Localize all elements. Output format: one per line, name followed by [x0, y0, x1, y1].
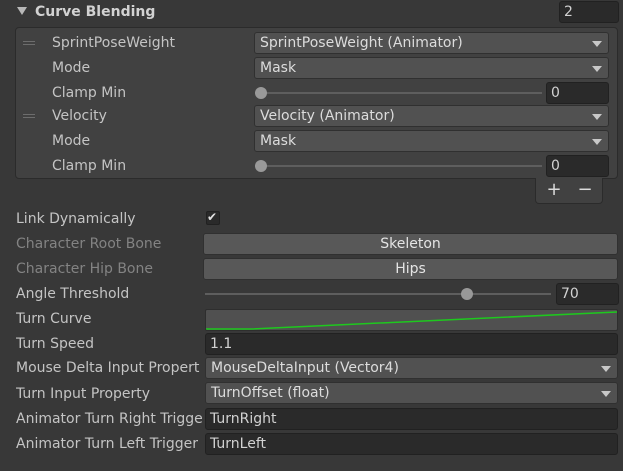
character-root-bone-button[interactable]: Skeleton — [203, 233, 618, 255]
character-root-bone-label: Character Root Bone — [16, 236, 162, 252]
item2-mode-label: Mode — [52, 133, 91, 149]
item1-clamp-min-slider-thumb[interactable] — [255, 87, 267, 99]
chevron-down-icon — [592, 139, 602, 145]
item2-parameter-label: Velocity — [52, 108, 107, 124]
chevron-down-icon — [592, 114, 602, 120]
character-hip-bone-label: Character Hip Bone — [16, 261, 153, 277]
chevron-down-icon — [601, 391, 611, 397]
list-footer: + − — [535, 178, 603, 204]
item2-clamp-min-slider-thumb[interactable] — [255, 160, 267, 172]
turn-speed-label: Turn Speed — [16, 336, 95, 352]
item1-clamp-min-field[interactable]: 0 — [546, 82, 609, 104]
turn-left-trigger-field[interactable]: TurnLeft — [205, 433, 618, 455]
character-hip-bone-button[interactable]: Hips — [203, 258, 618, 280]
item1-parameter-dropdown[interactable]: SprintPoseWeight (Animator) — [254, 32, 609, 54]
item1-clamp-min-label: Clamp Min — [52, 85, 127, 101]
angle-threshold-slider-track[interactable] — [205, 293, 551, 295]
turn-right-trigger-field[interactable]: TurnRight — [205, 408, 618, 430]
item2-clamp-min-field[interactable]: 0 — [546, 155, 609, 177]
mouse-delta-input-label: Mouse Delta Input Propert — [16, 360, 200, 376]
turn-curve-line — [206, 311, 617, 330]
item1-mode-value: Mask — [260, 60, 297, 76]
add-item-button[interactable]: + — [543, 179, 565, 201]
chevron-down-icon — [592, 41, 602, 47]
turn-curve-field[interactable] — [205, 309, 618, 331]
item1-mode-label: Mode — [52, 60, 91, 76]
chevron-down-icon — [592, 66, 602, 72]
angle-threshold-field[interactable]: 70 — [556, 283, 619, 305]
turn-input-property-label: Turn Input Property — [16, 386, 151, 402]
item2-clamp-min-label: Clamp Min — [52, 158, 127, 174]
item1-mode-dropdown[interactable]: Mask — [254, 57, 609, 79]
curve-blending-title[interactable]: Curve Blending — [35, 2, 155, 22]
item1-parameter-value: SprintPoseWeight (Animator) — [260, 35, 463, 51]
item1-clamp-min-slider-track[interactable] — [258, 92, 542, 94]
item2-clamp-min-slider-track[interactable] — [258, 165, 542, 167]
foldout-arrow-icon[interactable] — [17, 7, 27, 15]
curve-blending-count-field[interactable]: 2 — [559, 1, 619, 23]
drag-handle-icon[interactable] — [23, 40, 35, 46]
link-dynamically-checkbox[interactable]: ✔ — [206, 210, 220, 225]
turn-left-trigger-label: Animator Turn Left Trigger — [16, 436, 199, 452]
chevron-down-icon — [601, 366, 611, 372]
remove-item-button[interactable]: − — [574, 179, 596, 201]
drag-handle-icon[interactable] — [23, 113, 35, 119]
turn-speed-field[interactable]: 1.1 — [205, 333, 618, 355]
mouse-delta-input-dropdown[interactable]: MouseDeltaInput (Vector4) — [205, 357, 618, 379]
checkmark-icon: ✔ — [207, 210, 218, 224]
item2-mode-value: Mask — [260, 133, 297, 149]
link-dynamically-label: Link Dynamically — [16, 211, 136, 227]
turn-input-property-dropdown[interactable]: TurnOffset (float) — [205, 382, 618, 404]
turn-right-trigger-label: Animator Turn Right Trigge — [16, 411, 203, 427]
mouse-delta-input-value: MouseDeltaInput (Vector4) — [211, 360, 399, 376]
turn-curve-label: Turn Curve — [16, 311, 92, 327]
angle-threshold-slider-thumb[interactable] — [461, 288, 474, 300]
angle-threshold-label: Angle Threshold — [16, 286, 130, 302]
item2-parameter-value: Velocity (Animator) — [260, 108, 395, 124]
item1-parameter-label: SprintPoseWeight — [52, 35, 175, 51]
item2-parameter-dropdown[interactable]: Velocity (Animator) — [254, 105, 609, 127]
turn-curve-graph — [206, 311, 617, 330]
turn-input-property-value: TurnOffset (float) — [211, 385, 330, 401]
item2-mode-dropdown[interactable]: Mask — [254, 130, 609, 152]
